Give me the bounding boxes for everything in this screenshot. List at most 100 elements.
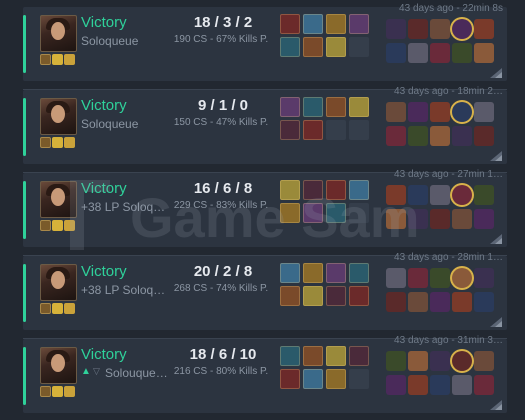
ally-champion-icon[interactable] xyxy=(408,351,428,371)
champion-portrait-icon[interactable] xyxy=(40,264,77,301)
item-icon[interactable] xyxy=(326,203,346,223)
ally-champion-icon[interactable] xyxy=(452,375,472,395)
item-icon[interactable] xyxy=(349,263,369,283)
own-champion-icon[interactable] xyxy=(452,351,472,371)
item-icon[interactable] xyxy=(326,369,346,389)
ally-champion-icon[interactable] xyxy=(430,351,450,371)
item-icon[interactable] xyxy=(280,37,300,57)
match-card[interactable]: Victory +38 LP Soloq… 20 / 2 / 8 268 CS … xyxy=(23,252,507,339)
item-icon[interactable] xyxy=(349,14,369,34)
item-icon[interactable] xyxy=(303,120,323,140)
ally-champion-icon[interactable] xyxy=(408,268,428,288)
ally-champion-icon[interactable] xyxy=(430,102,450,122)
ally-champion-icon[interactable] xyxy=(386,351,406,371)
ally-champion-icon[interactable] xyxy=(386,43,406,63)
ally-champion-icon[interactable] xyxy=(430,292,450,312)
champion-portrait-icon[interactable] xyxy=(40,15,77,52)
ally-champion-icon[interactable] xyxy=(430,375,450,395)
ally-champion-icon[interactable] xyxy=(452,126,472,146)
champion-portrait-icon[interactable] xyxy=(40,347,77,384)
ally-champion-icon[interactable] xyxy=(474,351,494,371)
ally-champion-icon[interactable] xyxy=(408,19,428,39)
item-icon[interactable] xyxy=(303,203,323,223)
ally-champion-icon[interactable] xyxy=(386,292,406,312)
ally-champion-icon[interactable] xyxy=(430,209,450,229)
item-icon[interactable] xyxy=(349,37,369,57)
ally-champion-icon[interactable] xyxy=(474,19,494,39)
match-card[interactable]: Victory ▲ ▽ Solouque… 18 / 6 / 10 216 CS… xyxy=(23,335,507,413)
ally-champion-icon[interactable] xyxy=(386,126,406,146)
match-card[interactable]: Victory Soloqueue 18 / 3 / 2 190 CS - 67… xyxy=(23,3,507,90)
item-icon[interactable] xyxy=(326,180,346,200)
item-icon[interactable] xyxy=(280,180,300,200)
ally-champion-icon[interactable] xyxy=(386,102,406,122)
ally-champion-icon[interactable] xyxy=(386,268,406,288)
champion-portrait-icon[interactable] xyxy=(40,98,77,135)
ally-champion-icon[interactable] xyxy=(474,43,494,63)
item-icon[interactable] xyxy=(303,14,323,34)
item-icon[interactable] xyxy=(326,286,346,306)
item-icon[interactable] xyxy=(303,263,323,283)
ally-champion-icon[interactable] xyxy=(474,185,494,205)
ally-champion-icon[interactable] xyxy=(452,292,472,312)
item-icon[interactable] xyxy=(326,263,346,283)
item-icon[interactable] xyxy=(280,97,300,117)
own-champion-icon[interactable] xyxy=(452,268,472,288)
expand-corner-icon[interactable] xyxy=(490,151,502,161)
item-icon[interactable] xyxy=(349,286,369,306)
item-icon[interactable] xyxy=(303,180,323,200)
item-icon[interactable] xyxy=(326,37,346,57)
item-icon[interactable] xyxy=(280,203,300,223)
item-icon[interactable] xyxy=(280,369,300,389)
item-icon[interactable] xyxy=(303,97,323,117)
ally-champion-icon[interactable] xyxy=(386,209,406,229)
ally-champion-icon[interactable] xyxy=(452,43,472,63)
ally-champion-icon[interactable] xyxy=(474,126,494,146)
expand-corner-icon[interactable] xyxy=(490,68,502,78)
item-icon[interactable] xyxy=(349,203,369,223)
item-icon[interactable] xyxy=(326,14,346,34)
item-icon[interactable] xyxy=(349,120,369,140)
ally-champion-icon[interactable] xyxy=(386,185,406,205)
item-icon[interactable] xyxy=(303,37,323,57)
ally-champion-icon[interactable] xyxy=(452,209,472,229)
item-icon[interactable] xyxy=(349,369,369,389)
item-icon[interactable] xyxy=(326,97,346,117)
ally-champion-icon[interactable] xyxy=(408,102,428,122)
item-icon[interactable] xyxy=(303,286,323,306)
ally-champion-icon[interactable] xyxy=(408,43,428,63)
match-card[interactable]: Victory Soloqueue 9 / 1 / 0 150 CS - 47%… xyxy=(23,86,507,173)
own-champion-icon[interactable] xyxy=(452,19,472,39)
ally-champion-icon[interactable] xyxy=(474,292,494,312)
ally-champion-icon[interactable] xyxy=(430,19,450,39)
champion-portrait-icon[interactable] xyxy=(40,181,77,218)
ally-champion-icon[interactable] xyxy=(408,375,428,395)
item-icon[interactable] xyxy=(326,346,346,366)
ally-champion-icon[interactable] xyxy=(408,292,428,312)
own-champion-icon[interactable] xyxy=(452,102,472,122)
expand-corner-icon[interactable] xyxy=(490,400,502,410)
ally-champion-icon[interactable] xyxy=(430,43,450,63)
ally-champion-icon[interactable] xyxy=(386,19,406,39)
item-icon[interactable] xyxy=(280,120,300,140)
ally-champion-icon[interactable] xyxy=(408,126,428,146)
item-icon[interactable] xyxy=(303,346,323,366)
item-icon[interactable] xyxy=(349,97,369,117)
expand-corner-icon[interactable] xyxy=(490,317,502,327)
ally-champion-icon[interactable] xyxy=(474,375,494,395)
ally-champion-icon[interactable] xyxy=(386,375,406,395)
item-icon[interactable] xyxy=(349,180,369,200)
item-icon[interactable] xyxy=(280,263,300,283)
ally-champion-icon[interactable] xyxy=(474,102,494,122)
ally-champion-icon[interactable] xyxy=(430,126,450,146)
item-icon[interactable] xyxy=(326,120,346,140)
own-champion-icon[interactable] xyxy=(452,185,472,205)
match-card[interactable]: Victory +38 LP Soloq… 16 / 6 / 8 229 CS … xyxy=(23,169,507,256)
item-icon[interactable] xyxy=(280,14,300,34)
ally-champion-icon[interactable] xyxy=(474,209,494,229)
ally-champion-icon[interactable] xyxy=(430,185,450,205)
item-icon[interactable] xyxy=(349,346,369,366)
item-icon[interactable] xyxy=(280,286,300,306)
ally-champion-icon[interactable] xyxy=(408,185,428,205)
ally-champion-icon[interactable] xyxy=(408,209,428,229)
